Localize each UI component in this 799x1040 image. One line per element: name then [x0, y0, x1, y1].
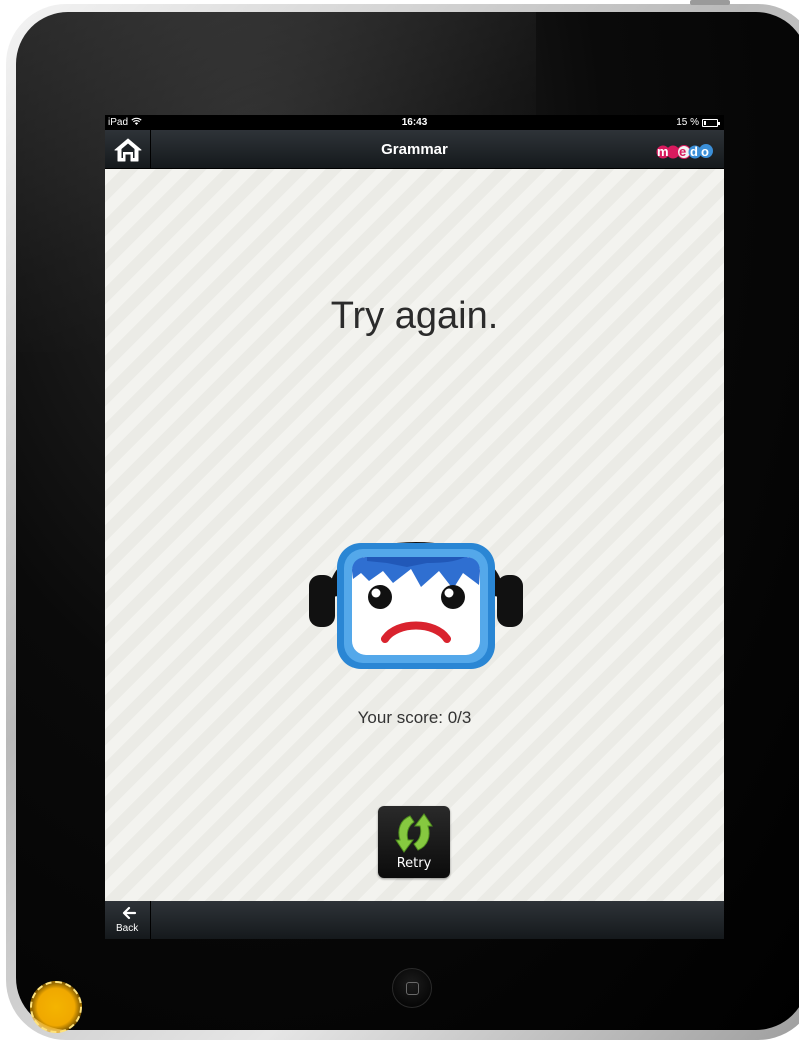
battery-fill: [704, 120, 706, 125]
battery-percent: 15 %: [676, 117, 699, 128]
result-title: Try again.: [330, 295, 499, 337]
svg-text:m: m: [657, 144, 669, 159]
touch-indicator: [30, 981, 82, 1033]
page-title: Grammar: [381, 141, 448, 158]
retry-label: Retry: [396, 856, 432, 871]
status-time: 16:43: [401, 117, 428, 128]
status-battery: 15 %: [676, 115, 720, 130]
home-icon: [114, 138, 141, 161]
result-content: Try again. Your score: 0/3 Retry: [105, 169, 724, 901]
refresh-arrows-icon: [395, 813, 433, 853]
battery-icon: [702, 118, 720, 127]
nav-bar: Grammar m e d o: [105, 130, 724, 169]
bottom-toolbar: Back: [105, 901, 724, 939]
score-text: Your score: 0/3: [357, 708, 472, 727]
sleep-button[interactable]: [690, 0, 730, 5]
home-button[interactable]: [105, 130, 151, 169]
back-label: Back: [116, 923, 139, 934]
back-arrow-icon: [122, 906, 137, 920]
svg-text:e: e: [679, 144, 686, 159]
svg-text:o: o: [701, 144, 709, 159]
svg-text:d: d: [690, 144, 698, 159]
screen: iPad 16:43 15 % Grammar m e d o Try agai…: [105, 115, 724, 939]
hardware-home-button[interactable]: [392, 968, 432, 1008]
medo-logo-icon[interactable]: m e d o: [656, 138, 716, 162]
home-button-square-icon: [406, 982, 419, 995]
back-button[interactable]: Back: [105, 901, 151, 939]
retry-button[interactable]: Retry: [378, 806, 450, 878]
status-bar: iPad 16:43 15 %: [105, 115, 724, 130]
sad-headphones-face-icon: [309, 542, 523, 669]
